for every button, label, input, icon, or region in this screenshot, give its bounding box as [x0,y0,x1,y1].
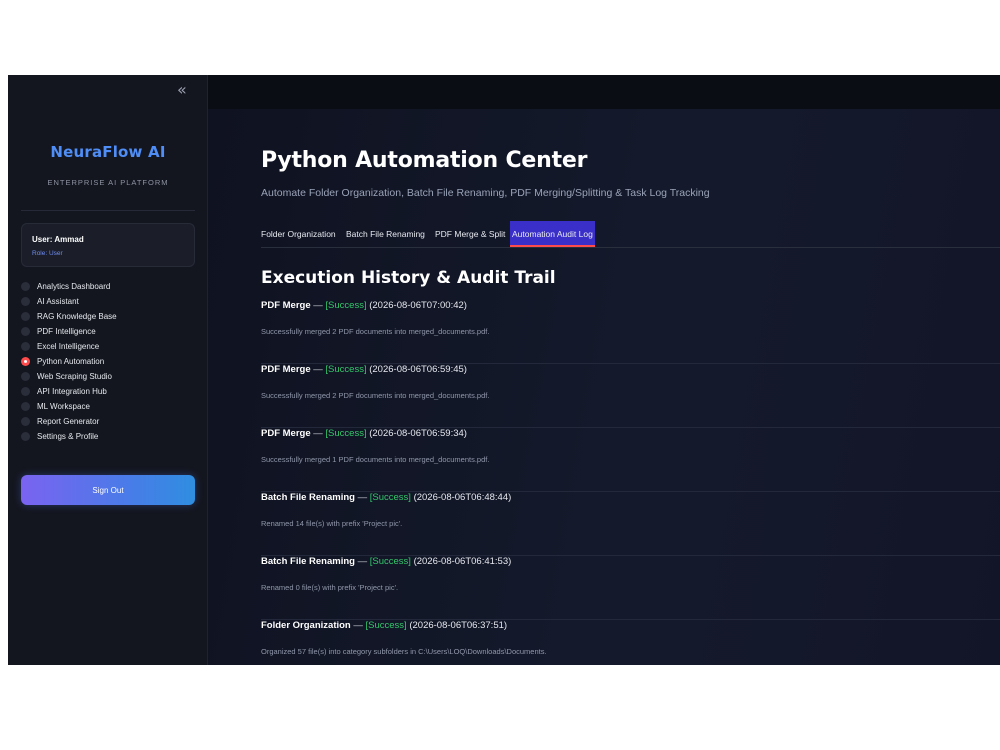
log-dash: — [310,364,326,375]
sidebar-item-pdf-intelligence[interactable]: PDF Intelligence [21,324,201,339]
log-entry: Folder Organization — [Success] (2026-08… [261,620,1000,665]
log-timestamp: (2026-08-06T07:00:42) [366,300,467,311]
log-entry: Batch File Renaming — [Success] (2026-08… [261,556,1000,620]
status-badge: [Success] [365,620,407,631]
sidebar-item-ai-assistant[interactable]: AI Assistant [21,294,201,309]
log-entry: PDF Merge — [Success] (2026-08-06T06:59:… [261,364,1000,428]
log-task: Batch File Renaming [261,492,355,503]
log-timestamp: (2026-08-06T06:48:44) [410,492,512,503]
sidebar-item-label: Settings & Profile [37,432,99,441]
tab-folder-organization[interactable]: Folder Organization [261,221,336,247]
log-entry-header: PDF Merge — [Success] (2026-08-06T06:59:… [261,364,467,375]
radio-icon[interactable] [21,297,30,306]
sidebar-item-label: RAG Knowledge Base [37,312,117,321]
log-entry: Batch File Renaming — [Success] (2026-08… [261,492,1000,556]
sidebar-item-settings-profile[interactable]: Settings & Profile [21,429,201,444]
status-badge: [Success] [325,364,367,375]
log-task: PDF Merge [261,428,311,439]
sidebar-item-report-generator[interactable]: Report Generator [21,414,201,429]
log-dash: — [354,556,370,567]
log-timestamp: (2026-08-06T06:59:45) [366,364,467,375]
log-dash: — [310,428,326,439]
tab-batch-file-renaming[interactable]: Batch File Renaming [346,221,425,247]
sidebar-item-analytics-dashboard[interactable]: Analytics Dashboard [21,279,201,294]
log-message: Renamed 0 file(s) with prefix 'Project p… [261,583,399,592]
page-title: Python Automation Center [261,148,588,173]
sidebar-item-label: API Integration Hub [37,387,107,396]
user-role: Role: User [32,250,63,257]
log-dash: — [310,300,326,311]
sidebar-item-excel-intelligence[interactable]: Excel Intelligence [21,339,201,354]
sidebar-item-web-scraping-studio[interactable]: Web Scraping Studio [21,369,201,384]
radio-selected-icon[interactable] [21,357,30,366]
log-task: PDF Merge [261,364,311,375]
user-card: User: Ammad Role: User [21,223,195,267]
sidebar-divider [21,210,195,211]
sidebar-item-rag-knowledge-base[interactable]: RAG Knowledge Base [21,309,201,324]
log-timestamp: (2026-08-06T06:37:51) [406,620,508,631]
log-message: Organized 57 file(s) into category subfo… [261,647,547,656]
sidebar-item-label: Excel Intelligence [37,342,100,351]
log-message: Successfully merged 2 PDF documents into… [261,391,490,400]
status-badge: [Success] [325,428,367,439]
app-window: « NeuraFlow AI ENTERPRISE AI PLATFORM Us… [8,75,1000,665]
log-entry-header: PDF Merge — [Success] (2026-08-06T07:00:… [261,300,467,311]
sidebar-item-ml-workspace[interactable]: ML Workspace [21,399,201,414]
tab-automation-audit-log[interactable]: Automation Audit Log [510,221,595,247]
radio-icon[interactable] [21,282,30,291]
top-header-bar [208,75,1000,109]
log-timestamp: (2026-08-06T06:59:34) [366,428,467,439]
radio-icon[interactable] [21,387,30,396]
sidebar-item-label: Web Scraping Studio [37,372,113,381]
status-badge: [Success] [325,300,367,311]
log-entry: PDF Merge — [Success] (2026-08-06T07:00:… [261,300,1000,364]
log-entry-header: Batch File Renaming — [Success] (2026-08… [261,492,511,503]
sidebar-item-python-automation[interactable]: Python Automation [21,354,201,369]
status-badge: [Success] [369,556,411,567]
log-task: PDF Merge [261,300,311,311]
main-content: Python Automation Center Automate Folder… [208,75,1000,665]
status-badge: [Success] [369,492,411,503]
log-dash: — [354,492,370,503]
log-dash: — [350,620,366,631]
double-chevron-left-icon[interactable]: « [177,80,187,99]
sidebar-nav: Analytics Dashboard AI Assistant RAG Kno… [21,279,201,444]
sidebar-item-label: Python Automation [37,357,105,366]
user-name: User: Ammad [32,235,84,244]
log-message: Renamed 14 file(s) with prefix 'Project … [261,519,403,528]
radio-icon[interactable] [21,372,30,381]
sidebar-item-api-integration-hub[interactable]: API Integration Hub [21,384,201,399]
section-title: Execution History & Audit Trail [261,268,556,288]
log-entry: PDF Merge — [Success] (2026-08-06T06:59:… [261,428,1000,492]
sign-out-button[interactable]: Sign Out [21,475,195,505]
log-message: Successfully merged 2 PDF documents into… [261,327,490,336]
log-task: Folder Organization [261,620,351,631]
sidebar-item-label: Report Generator [37,417,100,426]
page-subtitle: Automate Folder Organization, Batch File… [261,187,710,199]
brand-title: NeuraFlow AI [50,143,166,161]
log-entry-header: PDF Merge — [Success] (2026-08-06T06:59:… [261,428,467,439]
sidebar-item-label: PDF Intelligence [37,327,96,336]
radio-icon[interactable] [21,312,30,321]
log-entry-header: Folder Organization — [Success] (2026-08… [261,620,507,631]
log-entry-header: Batch File Renaming — [Success] (2026-08… [261,556,511,567]
sidebar-item-label: AI Assistant [37,297,79,306]
radio-icon[interactable] [21,402,30,411]
radio-icon[interactable] [21,342,30,351]
tab-bar: Folder Organization Batch File Renaming … [261,221,1000,248]
sidebar-item-label: ML Workspace [37,402,90,411]
radio-icon[interactable] [21,417,30,426]
radio-icon[interactable] [21,327,30,336]
log-task: Batch File Renaming [261,556,355,567]
radio-icon[interactable] [21,432,30,441]
sidebar: « NeuraFlow AI ENTERPRISE AI PLATFORM Us… [8,75,208,665]
sidebar-item-label: Analytics Dashboard [37,282,111,291]
log-message: Successfully merged 1 PDF documents into… [261,455,490,464]
tab-pdf-merge-split[interactable]: PDF Merge & Split [435,221,505,247]
log-timestamp: (2026-08-06T06:41:53) [410,556,512,567]
brand-subtitle: ENTERPRISE AI PLATFORM [47,178,169,187]
